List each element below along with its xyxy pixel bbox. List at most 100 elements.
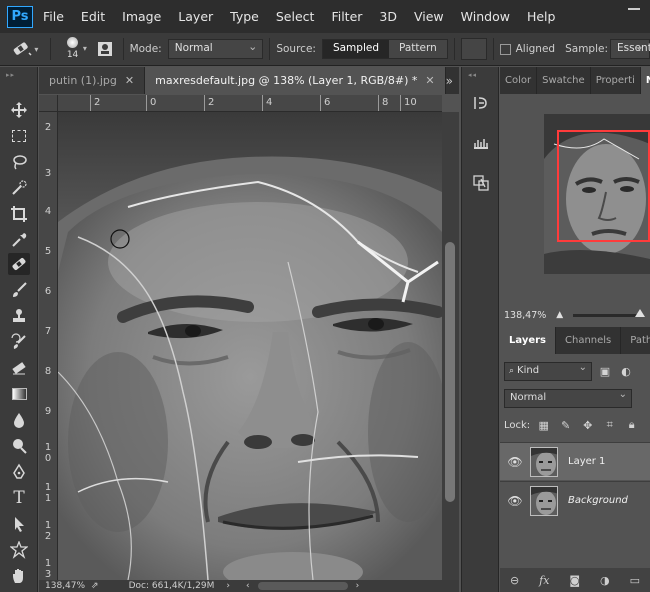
ruler-tick: 3	[44, 168, 52, 179]
dock-grip[interactable]: ◂◂	[468, 71, 494, 79]
sample-select[interactable]: Essent	[610, 39, 650, 59]
tool-preset-picker[interactable]: ▾	[6, 37, 44, 61]
tab-putin[interactable]: putin (1).jpg ✕	[39, 67, 146, 94]
zoom-slider[interactable]	[573, 308, 646, 317]
clone-stamp-tool-icon[interactable]	[8, 305, 30, 327]
source-sampled-button[interactable]: Sampled	[322, 40, 389, 58]
move-tool-icon[interactable]	[8, 99, 30, 121]
tab-channels[interactable]: Channels	[556, 327, 622, 354]
ruler-tick: 8	[377, 95, 389, 111]
tabs-overflow-icon[interactable]: »	[446, 74, 453, 88]
brush-presets-icon[interactable]	[471, 133, 491, 153]
navigator-thumbnail[interactable]	[544, 114, 650, 274]
eraser-tool-icon[interactable]	[8, 357, 30, 379]
toolbar-grip[interactable]: ▸▸	[6, 71, 32, 79]
lock-artboard-icon[interactable]: ⌗	[601, 417, 618, 433]
minimize-icon[interactable]	[628, 8, 640, 10]
crop-tool-icon[interactable]	[8, 203, 30, 225]
gradient-tool-icon[interactable]	[8, 383, 30, 405]
blur-tool-icon[interactable]	[8, 409, 30, 431]
layer-name[interactable]: Layer 1	[568, 456, 605, 467]
clone-source-icon[interactable]	[93, 37, 117, 61]
lock-paint-icon[interactable]: ✎	[557, 417, 574, 433]
tab-properties[interactable]: Properti	[591, 67, 641, 94]
clone-source-panel-icon[interactable]	[471, 173, 491, 193]
status-menu-arrow[interactable]: ›	[226, 581, 230, 591]
close-icon[interactable]: ✕	[125, 74, 134, 87]
horizontal-ruler[interactable]: 2 0 2 4 6 8 10	[58, 95, 442, 112]
menu-file[interactable]: File	[43, 9, 64, 24]
navigator-zoom-value[interactable]: 138,47%	[504, 310, 546, 321]
pen-tool-icon[interactable]	[8, 461, 30, 483]
tab-navigator[interactable]: N	[640, 67, 650, 94]
ruler-tick: 10	[400, 95, 417, 111]
lock-position-icon[interactable]: ✥	[579, 417, 596, 433]
layer-row-background[interactable]: 👁︎ Background	[500, 481, 650, 519]
menu-view[interactable]: View	[414, 9, 444, 24]
tab-swatches[interactable]: Swatche	[537, 67, 591, 94]
link-layers-icon[interactable]: ⊖	[510, 574, 519, 587]
menu-select[interactable]: Select	[276, 9, 315, 24]
mode-select[interactable]: Normal	[167, 39, 264, 59]
layer-filter-select[interactable]: ⌕ Kind	[504, 362, 592, 381]
menu-filter[interactable]: Filter	[331, 9, 362, 24]
source-pattern-button[interactable]: Pattern	[389, 40, 447, 58]
document-canvas[interactable]	[58, 112, 442, 580]
menu-edit[interactable]: Edit	[81, 9, 105, 24]
vertical-ruler[interactable]: 2 3 4 5 6 7 8 9 1 0 1 1 1 2 1 3	[39, 112, 58, 580]
brush-tool-icon[interactable]	[8, 279, 30, 301]
layers-panel: Layers Channels Paths ⌕Kind ▣ ◐ Normal L…	[500, 327, 650, 592]
history-brush-tool-icon[interactable]	[8, 331, 30, 353]
visibility-eye-icon[interactable]: 👁︎	[500, 494, 530, 508]
scroll-left-arrow[interactable]: ‹	[246, 581, 250, 591]
tab-maxresdefault[interactable]: maxresdefault.jpg @ 138% (Layer 1, RGB/8…	[145, 67, 446, 94]
image-filter-icon[interactable]: ▣	[597, 364, 613, 380]
h-scrollbar[interactable]	[257, 582, 348, 590]
share-icon[interactable]: ⇗	[91, 581, 99, 591]
tab-paths[interactable]: Paths	[621, 327, 650, 354]
eyedropper-tool-icon[interactable]	[8, 229, 30, 251]
tab-color[interactable]: Color	[500, 67, 538, 94]
marquee-tool-icon[interactable]	[8, 125, 30, 147]
tab-layers[interactable]: Layers	[500, 327, 556, 354]
scrollbar-thumb[interactable]	[445, 242, 455, 502]
lock-all-icon[interactable]: 🔒︎	[623, 417, 640, 433]
menu-type[interactable]: Type	[230, 9, 259, 24]
ruler-tick: 0	[145, 95, 157, 111]
blend-mode-select[interactable]: Normal	[504, 389, 632, 408]
healing-brush-tool-icon[interactable]	[8, 253, 30, 275]
hand-tool-icon[interactable]	[8, 565, 30, 587]
add-mask-icon[interactable]: ◙	[569, 574, 580, 587]
layer-style-icon[interactable]: fx	[539, 574, 549, 587]
history-panel-icon[interactable]	[471, 93, 491, 113]
new-group-icon[interactable]: ▭	[630, 574, 640, 587]
layer-row-layer-1[interactable]: 👁︎ Layer 1	[500, 442, 650, 480]
aligned-checkbox[interactable]	[499, 43, 511, 55]
adjustment-layer-icon[interactable]: ◑	[600, 574, 610, 587]
adjustment-filter-icon[interactable]: ◐	[618, 364, 634, 380]
canvas-scrollbar[interactable]	[442, 112, 459, 580]
zoom-slider-knob[interactable]	[635, 308, 646, 317]
visibility-eye-icon[interactable]: 👁︎	[500, 455, 530, 469]
menu-3d[interactable]: 3D	[379, 9, 397, 24]
zoom-readout[interactable]: 138,47%	[45, 581, 85, 591]
menu-image[interactable]: Image	[122, 9, 161, 24]
lasso-tool-icon[interactable]	[8, 151, 30, 173]
pattern-picker[interactable]	[460, 38, 487, 60]
ruler-origin[interactable]	[39, 95, 58, 112]
path-select-tool-icon[interactable]	[8, 513, 30, 535]
lock-transparent-icon[interactable]: ▦	[535, 417, 552, 433]
shape-tool-icon[interactable]	[8, 539, 30, 561]
type-tool-icon[interactable]: T	[8, 487, 30, 509]
brush-size-picker[interactable]: 14 ▾	[57, 34, 93, 64]
menu-help[interactable]: Help	[527, 9, 556, 24]
layer-name[interactable]: Background	[568, 495, 628, 506]
dodge-tool-icon[interactable]	[8, 435, 30, 457]
zoom-out-icon[interactable]: ▲	[556, 310, 563, 320]
close-icon[interactable]: ✕	[425, 74, 434, 87]
scroll-right-arrow[interactable]: ›	[356, 581, 360, 591]
menu-layer[interactable]: Layer	[178, 9, 213, 24]
quick-select-tool-icon[interactable]	[8, 177, 30, 199]
menu-window[interactable]: Window	[461, 9, 510, 24]
navigator-view-rect[interactable]	[557, 130, 650, 242]
